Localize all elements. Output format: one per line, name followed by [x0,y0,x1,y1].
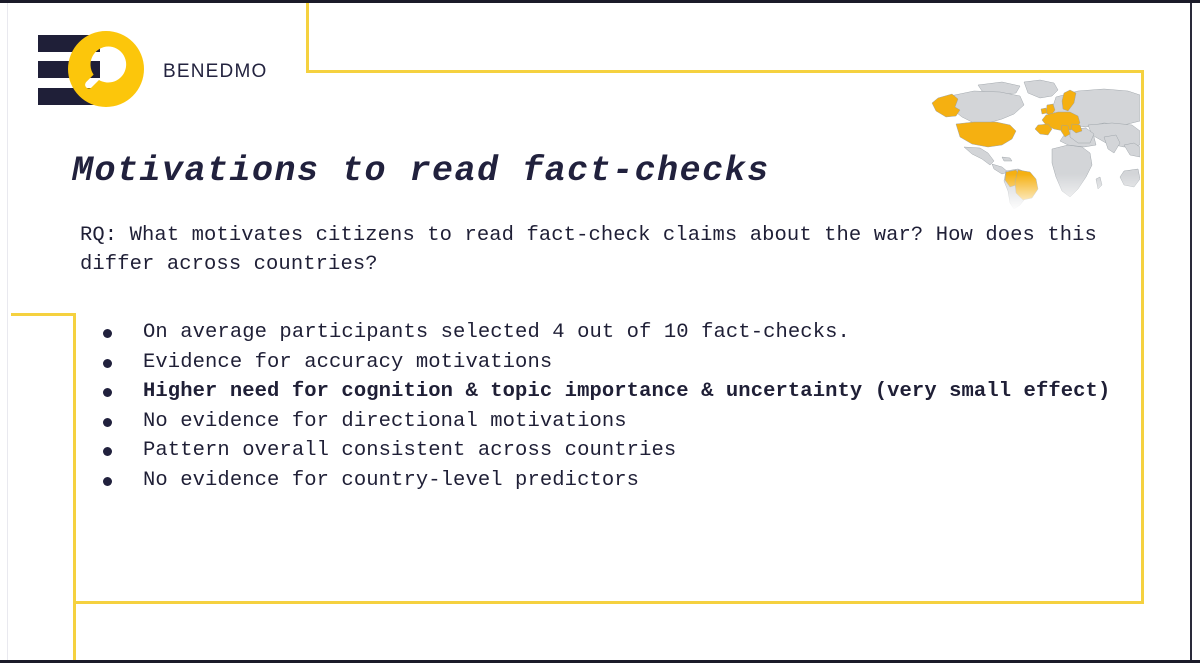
frame-line-left-vertical [73,313,76,660]
list-item: Evidence for accuracy motivations [95,348,1130,378]
list-item-label: Evidence for accuracy motivations [143,350,553,374]
list-item-label: On average participants selected 4 out o… [143,321,850,344]
list-item-label: Pattern overall consistent across countr… [143,439,677,463]
list-item: On average participants selected 4 out o… [95,318,1130,348]
findings-list: On average participants selected 4 out o… [95,318,1130,496]
frame-line-right-vertical [1141,70,1144,604]
bullet-dot-icon [103,329,112,338]
bullet-dot-icon [103,476,112,486]
slide-canvas: BENEDMO Motivations to read fact-checks … [0,0,1200,663]
world-map-graphic [928,79,1140,211]
bullet-dot-icon [103,417,112,427]
list-item: No evidence for country-level predictors [95,466,1130,496]
list-item-label: No evidence for directional motivations [143,409,627,433]
frame-line-bottom-horizontal [73,601,1144,604]
bullet-dot-icon [103,447,112,457]
list-item-label: No evidence for country-level predictors [143,468,640,492]
frame-line-left-horizontal [11,313,76,316]
bullet-dot-icon [103,388,112,398]
frame-line-top-vertical [306,3,309,73]
frame-line-top-horizontal [306,70,1144,73]
list-item: No evidence for directional motivations [95,407,1130,437]
magnifier-icon [68,31,144,107]
bullet-dot-icon [103,358,112,368]
list-item: Higher need for cognition & topic import… [95,377,1130,407]
research-question-text: RQ: What motivates citizens to read fact… [80,224,1097,276]
slide-right-edge [1190,3,1192,660]
world-map-svg [931,79,1140,210]
list-item: Pattern overall consistent across countr… [95,436,1130,466]
list-item-label: Higher need for cognition & topic import… [143,380,1111,404]
brand-name-label: BENEDMO [163,61,268,82]
page-title: Motivations to read fact-checks [72,151,770,191]
slide-left-edge [7,3,8,660]
benedmo-logo [38,31,158,109]
